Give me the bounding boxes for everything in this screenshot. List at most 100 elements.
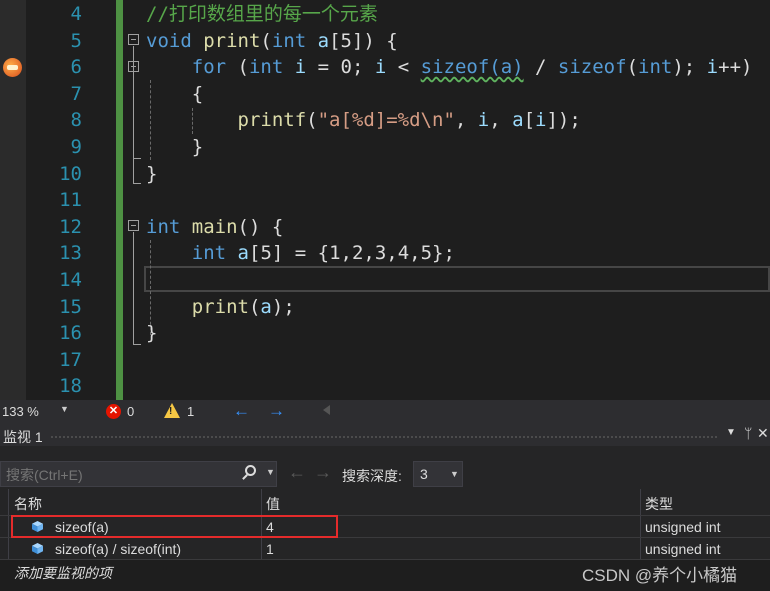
line-number: 12 — [59, 215, 82, 238]
code-line[interactable]: 4 //打印数组里的每一个元素 — [0, 1, 770, 28]
code-token: ( — [306, 109, 318, 132]
indent-guide — [150, 240, 151, 335]
code-token: int — [271, 29, 307, 52]
code-token: print — [203, 29, 261, 52]
column-header-value[interactable]: 值 — [266, 494, 280, 514]
line-number: 9 — [70, 136, 82, 158]
watch-search-box[interactable]: ▼ — [0, 461, 277, 487]
chevron-down-icon[interactable]: ▼ — [450, 469, 459, 479]
line-number: 13 — [59, 242, 82, 265]
code-text[interactable]: int main() { — [146, 214, 283, 241]
code-token: ]); — [546, 109, 581, 132]
fold-guide-end — [133, 183, 141, 184]
code-line[interactable]: 16} — [0, 320, 770, 347]
code-token: { — [146, 82, 204, 105]
code-token: sizeof — [557, 56, 627, 79]
zoom-dropdown-icon[interactable]: ▼ — [60, 404, 69, 414]
code-text[interactable]: for (int i = 0; i < sizeof(a) / sizeof(i… — [146, 54, 753, 81]
code-token: printf — [237, 109, 307, 132]
scroll-left-icon[interactable] — [323, 405, 330, 415]
code-token: ++) — [718, 56, 753, 79]
code-line[interactable]: 17 — [0, 347, 770, 374]
code-token: ( — [248, 295, 261, 318]
pin-icon[interactable]: ᛘ — [744, 425, 752, 441]
line-number: 11 — [59, 189, 82, 212]
line-number: 6 — [70, 56, 82, 79]
indent-guide — [192, 108, 193, 134]
code-token: a — [512, 109, 524, 132]
code-token: //打印数组里的每一个元素 — [146, 3, 378, 25]
code-token: i — [374, 56, 387, 79]
zoom-level[interactable]: 133 % — [2, 404, 39, 419]
code-line[interactable]: 12 int main() { — [0, 214, 770, 241]
code-text[interactable]: } — [146, 320, 157, 347]
watch-title[interactable]: 监视 1 — [3, 427, 43, 447]
code-token: a — [260, 295, 272, 318]
collapse-icon[interactable] — [128, 34, 139, 45]
error-count[interactable]: 0 — [127, 404, 134, 419]
search-previous-icon[interactable]: ← — [288, 462, 306, 483]
code-text[interactable]: } — [146, 161, 157, 188]
search-depth-label: 搜索深度: — [342, 468, 402, 484]
warning-icon[interactable]: ! — [164, 403, 180, 418]
code-line[interactable]: 8 printf("a[%d]=%d\n", i, a[i]); — [0, 107, 770, 134]
code-token: / — [523, 56, 558, 79]
warning-count[interactable]: 1 — [187, 404, 194, 419]
code-line[interactable]: 13 int a[5] = {1,2,3,4,5}; — [0, 240, 770, 267]
close-icon[interactable]: ✕ — [757, 425, 769, 442]
search-next-icon[interactable]: → — [314, 462, 332, 483]
table-row[interactable]: sizeof(a) / sizeof(int) 1 unsigned int — [0, 537, 770, 559]
code-line[interactable]: 5 void print(int a[5]) { — [0, 28, 770, 55]
line-number: 16 — [59, 322, 82, 345]
code-text[interactable]: //打印数组里的每一个元素 — [146, 1, 378, 28]
code-line[interactable]: 18 — [0, 373, 770, 400]
code-text[interactable]: int a[5] = {1,2,3,4,5}; — [146, 240, 455, 267]
navigate-back-icon[interactable]: ← — [233, 401, 250, 421]
add-watch-placeholder[interactable]: 添加要监视的项 — [14, 563, 112, 583]
window-position-dropdown-icon[interactable]: ▼ — [726, 427, 736, 438]
column-header-name[interactable]: 名称 — [14, 494, 42, 514]
code-editor[interactable]: 4//打印数组里的每一个元素 5 void print(int a[5]) {6 f… — [0, 0, 770, 400]
search-dropdown-icon[interactable]: ▼ — [266, 467, 275, 477]
line-number: 18 — [59, 375, 82, 398]
search-depth-select[interactable]: 3 ▼ — [413, 461, 463, 487]
editor-status-bar: 133 % ▼ ✕ 0 ! 1 ← → — [0, 400, 770, 424]
line-number: 5 — [70, 29, 82, 52]
code-line[interactable]: 9 } — [0, 134, 770, 161]
code-token: int — [638, 56, 673, 79]
code-token: = 0; — [306, 56, 375, 79]
watch-value-cell[interactable]: 1 — [266, 541, 274, 557]
navigate-forward-icon[interactable]: → — [268, 401, 285, 421]
search-input[interactable] — [4, 464, 238, 486]
code-text[interactable]: print(a); — [146, 294, 295, 321]
code-token: ( — [226, 56, 249, 79]
column-header-type[interactable]: 类型 — [645, 494, 673, 514]
watch-grid-header: 名称 值 类型 — [0, 489, 770, 515]
fold-guide — [133, 73, 134, 158]
fold-guide-end — [133, 158, 141, 159]
code-line[interactable]: 11 — [0, 187, 770, 214]
code-line[interactable]: 15 print(a); — [0, 294, 770, 321]
code-line[interactable]: 14 — [0, 267, 770, 294]
error-icon[interactable]: ✕ — [106, 404, 121, 419]
code-line[interactable]: 7 { — [0, 81, 770, 108]
code-text[interactable]: void print(int a[5]) { — [146, 28, 398, 55]
code-line[interactable]: 10} — [0, 161, 770, 188]
code-line[interactable]: 6 for (int i = 0; i < sizeof(a) / sizeof… — [0, 54, 770, 81]
line-number: 15 — [59, 295, 82, 318]
code-text[interactable]: { — [146, 81, 203, 108]
code-token: } — [146, 322, 158, 345]
watch-title-bar: 监视 1 ▼ ᛘ ✕ — [0, 424, 770, 446]
code-text[interactable]: } — [146, 134, 203, 161]
watch-name-cell[interactable]: sizeof(a) / sizeof(int) — [55, 541, 181, 557]
line-number: 10 — [59, 162, 82, 185]
search-icon[interactable] — [245, 465, 256, 476]
code-text[interactable]: printf("a[%d]=%d\n", i, a[i]); — [146, 107, 581, 134]
line-number: 7 — [70, 82, 82, 105]
collapse-icon[interactable] — [128, 220, 139, 231]
